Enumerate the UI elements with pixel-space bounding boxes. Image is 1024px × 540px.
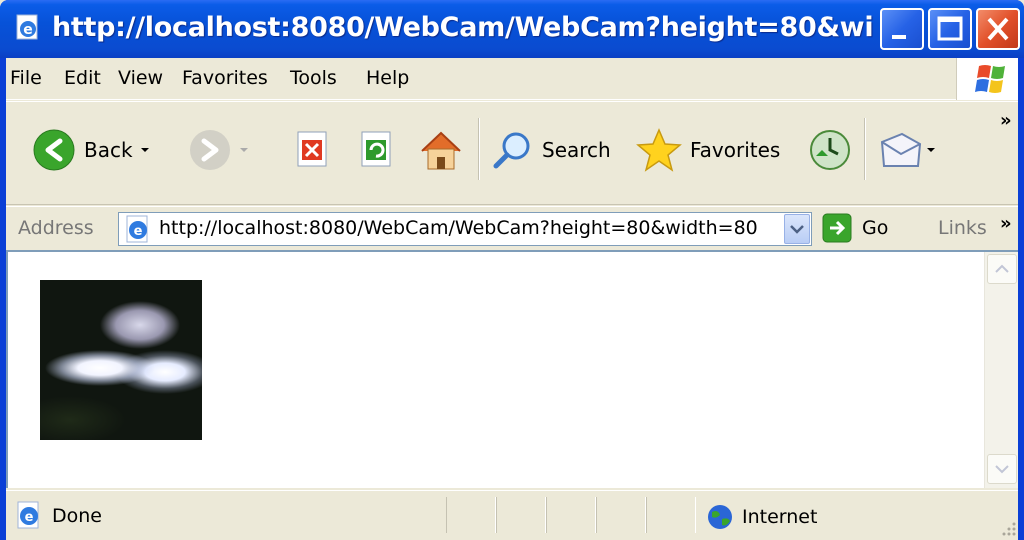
chevron-down-icon <box>240 148 248 152</box>
maximize-icon <box>937 16 963 41</box>
address-url: http://localhost:8080/WebCam/WebCam?heig… <box>159 217 758 239</box>
go-label: Go <box>862 217 889 239</box>
status-pane <box>446 497 496 533</box>
address-dropdown-button[interactable] <box>784 214 810 244</box>
svg-text:e: e <box>25 510 34 525</box>
search-label: Search <box>542 138 611 162</box>
history-button[interactable] <box>808 122 852 178</box>
go-arrow-icon <box>822 213 852 243</box>
menu-file[interactable]: File <box>10 67 42 89</box>
favorites-star-icon <box>636 128 682 172</box>
status-text: Done <box>52 505 102 527</box>
status-pane <box>546 497 596 533</box>
chevron-down-icon <box>995 465 1009 474</box>
browser-window: e http://localhost:8080/WebCam/WebCam?he… <box>0 0 1024 540</box>
refresh-button[interactable] <box>356 122 396 178</box>
ie-page-icon: e <box>126 215 148 243</box>
svg-text:e: e <box>23 22 33 38</box>
forward-arrow-icon <box>190 130 230 170</box>
page-content <box>6 250 1018 488</box>
menu-view[interactable]: View <box>118 67 163 89</box>
ie-page-icon: e <box>16 14 38 40</box>
toolbar-separator <box>478 118 480 180</box>
menu-tools[interactable]: Tools <box>290 67 337 89</box>
stop-icon <box>297 131 327 167</box>
chevron-up-icon <box>995 264 1009 273</box>
search-button[interactable]: Search <box>490 122 611 178</box>
status-bar: e Done Internet <box>6 490 1018 540</box>
menu-bar: File Edit View Favorites Tools Help <box>6 58 1018 100</box>
standard-toolbar: Back Search Favorites » <box>6 101 1018 205</box>
back-button[interactable]: Back <box>32 122 155 178</box>
menu-favorites[interactable]: Favorites <box>182 67 268 89</box>
search-icon <box>493 132 530 169</box>
toolbar-overflow-chevron[interactable]: » <box>1000 110 1012 131</box>
go-button[interactable]: Go <box>822 213 888 243</box>
webcam-image <box>40 280 202 440</box>
status-pane <box>596 497 646 533</box>
chevron-down-icon <box>790 225 804 234</box>
home-icon <box>421 131 461 170</box>
toolbar-separator <box>864 118 866 180</box>
address-label: Address <box>18 217 94 239</box>
vertical-scrollbar[interactable] <box>984 252 1018 488</box>
windows-flag-icon <box>975 65 1005 93</box>
title-bar[interactable]: e http://localhost:8080/WebCam/WebCam?he… <box>0 0 1024 58</box>
mail-button[interactable] <box>878 122 940 178</box>
minimize-icon <box>892 35 906 39</box>
chevron-down-icon <box>927 148 935 152</box>
chevron-down-icon[interactable] <box>133 140 155 160</box>
maximize-button[interactable] <box>928 8 972 50</box>
ie-page-icon: e <box>17 501 39 529</box>
links-label[interactable]: Links <box>938 217 987 239</box>
refresh-icon <box>361 131 391 167</box>
stop-button[interactable] <box>292 122 332 178</box>
home-button[interactable] <box>418 122 464 178</box>
address-bar: Address e http://localhost:8080/WebCam/W… <box>6 206 1018 250</box>
close-button[interactable] <box>976 8 1020 50</box>
globe-icon <box>708 505 732 529</box>
security-zone: Internet <box>706 503 817 531</box>
menu-edit[interactable]: Edit <box>64 67 101 89</box>
links-overflow-chevron[interactable]: » <box>1000 213 1012 234</box>
forward-button[interactable] <box>188 122 254 178</box>
client-area: File Edit View Favorites Tools Help Back… <box>6 58 1018 540</box>
address-input[interactable]: e http://localhost:8080/WebCam/WebCam?he… <box>118 212 812 246</box>
close-icon <box>987 17 1009 41</box>
history-icon <box>810 130 850 170</box>
minimize-button[interactable] <box>880 8 924 50</box>
back-label: Back <box>84 138 133 162</box>
mail-icon <box>880 132 922 167</box>
back-arrow-icon <box>33 129 75 171</box>
zone-label: Internet <box>742 506 818 528</box>
resize-grip-icon[interactable] <box>998 518 1018 538</box>
scroll-down-button[interactable] <box>987 454 1017 484</box>
windows-logo <box>956 58 1018 100</box>
window-title: http://localhost:8080/WebCam/WebCam?heig… <box>52 12 874 43</box>
svg-text:e: e <box>134 224 143 239</box>
favorites-label: Favorites <box>690 138 781 162</box>
favorites-button[interactable]: Favorites <box>636 122 780 178</box>
menu-help[interactable]: Help <box>366 67 409 89</box>
status-pane <box>496 497 546 533</box>
status-pane <box>646 497 696 533</box>
scroll-up-button[interactable] <box>987 254 1017 284</box>
